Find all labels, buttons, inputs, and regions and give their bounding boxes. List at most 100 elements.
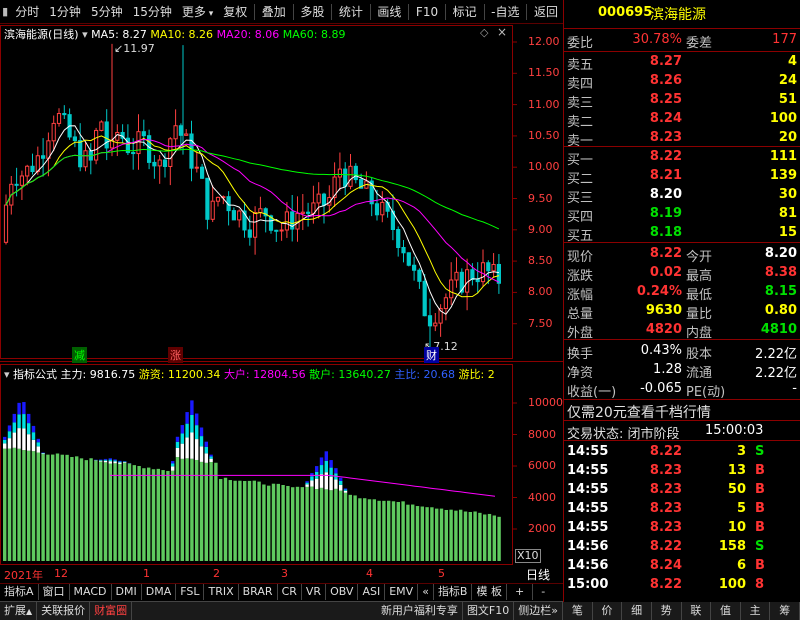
badge-jian[interactable]: 减: [72, 347, 87, 363]
bar-sanhu: [94, 460, 98, 561]
tick-row[interactable]: 14:55 8.23 13 B: [564, 461, 800, 481]
tab-obv[interactable]: OBV: [326, 584, 359, 600]
youzi-label: 游资: 11200.34: [138, 368, 221, 381]
tick-row[interactable]: 15:00 8.22 100 8: [564, 575, 800, 595]
stock-code: 000695: [598, 5, 653, 20]
tick-row[interactable]: 14:56 8.24 6 B: [564, 556, 800, 576]
tab-dmi[interactable]: DMI: [112, 584, 142, 600]
tab-scroll-left[interactable]: «: [418, 584, 434, 600]
btn-fuquan[interactable]: 复权: [218, 0, 252, 24]
tick-volume: 100: [718, 577, 746, 592]
bar-zhuli: [171, 461, 175, 464]
buy-row[interactable]: 买五 8.18 15: [564, 223, 800, 244]
sell-row[interactable]: 卖五 8.27 4: [564, 52, 800, 73]
tab-fenshi[interactable]: 分时: [10, 0, 44, 24]
bar-sanhu: [199, 461, 204, 561]
tick-row[interactable]: 14:55 8.23 5 B: [564, 499, 800, 519]
bar-sanhu: [468, 511, 472, 561]
bar-sanhu: [65, 454, 69, 561]
tab-tuwen-f10[interactable]: 图文F10: [463, 602, 515, 620]
badge-cai[interactable]: 财: [424, 347, 439, 363]
badge-zhang[interactable]: 涨: [168, 347, 183, 363]
tab-15min[interactable]: 15分钟: [128, 0, 177, 24]
tab-related-quote[interactable]: 关联报价: [37, 602, 91, 620]
tick-volume: 13: [727, 463, 746, 478]
sell-row[interactable]: 卖三 8.25 51: [564, 90, 800, 111]
btn-diejia[interactable]: 叠加: [257, 0, 291, 24]
tab-dma[interactable]: DMA: [142, 584, 177, 600]
indicator-tick: 8000: [528, 427, 556, 441]
tab-remove[interactable]: -: [533, 584, 553, 600]
bar-sanhu: [108, 463, 112, 561]
tab-fsl[interactable]: FSL: [176, 584, 205, 600]
tab-trix[interactable]: TRIX: [204, 584, 239, 600]
tab-expand[interactable]: 扩展▲: [0, 602, 38, 620]
tick-row[interactable]: 14:56 8.22 158 S: [564, 537, 800, 557]
stat-row: 净资 1.28 流通 2.22亿: [564, 360, 800, 381]
tick-volume: 6: [736, 558, 746, 573]
tab-window[interactable]: 窗口: [39, 584, 70, 600]
tab-wealth-circle[interactable]: 财富圈: [90, 602, 133, 620]
tab-more[interactable]: 更多 ▾: [177, 0, 218, 24]
tab-cr[interactable]: CR: [278, 584, 302, 600]
chart-canvas: [0, 25, 563, 565]
quote-tab[interactable]: 主: [741, 602, 771, 620]
quote-tab[interactable]: 价: [593, 602, 623, 620]
promo-text: 仅需20元查看千档行情: [567, 405, 711, 421]
buy-row[interactable]: 买二 8.21 139: [564, 166, 800, 187]
btn-f10[interactable]: F10: [411, 0, 443, 24]
quote-tab[interactable]: 势: [652, 602, 682, 620]
buy-row[interactable]: 买三 8.20 30: [564, 185, 800, 206]
candle-body: [253, 212, 258, 238]
tab-add[interactable]: +: [507, 584, 534, 600]
tab-sidebar[interactable]: 侧边栏»: [514, 602, 563, 620]
quote-tab[interactable]: 筹: [770, 602, 800, 620]
tab-vr[interactable]: VR: [302, 584, 327, 600]
quote-tab[interactable]: 值: [711, 602, 741, 620]
bar-sanhu: [358, 498, 362, 561]
sell-row[interactable]: 卖四 8.26 24: [564, 71, 800, 92]
tab-asi[interactable]: ASI: [358, 584, 386, 600]
buy-row[interactable]: 买一 8.22 111: [564, 147, 800, 168]
tab-1min[interactable]: 1分钟: [44, 0, 86, 24]
sell-volume: 100: [769, 111, 797, 126]
tab-5min[interactable]: 5分钟: [86, 0, 128, 24]
tab-zhibiao-a[interactable]: 指标A: [0, 584, 39, 600]
period-label[interactable]: 日线: [526, 566, 550, 583]
diamond-icon[interactable]: ◇: [480, 26, 488, 39]
btn-zixuan[interactable]: -自选: [486, 0, 524, 24]
tab-brar[interactable]: BRAR: [239, 584, 278, 600]
tick-row[interactable]: 14:55 8.23 50 B: [564, 480, 800, 500]
btn-huaxian[interactable]: 画线: [372, 0, 406, 24]
sell-row[interactable]: 卖二 8.24 100: [564, 109, 800, 130]
btn-duogu[interactable]: 多股: [295, 0, 329, 24]
tab-zhibiao-b[interactable]: 指标B: [434, 584, 473, 600]
tab-template[interactable]: 模 板: [472, 584, 507, 600]
buy-price: 8.21: [649, 168, 682, 183]
tick-row[interactable]: 14:55 8.23 10 B: [564, 518, 800, 538]
stat-value: 0.24%: [636, 284, 682, 299]
price-tick: 9.50: [528, 191, 553, 205]
tick-row[interactable]: 14:55 8.22 3 S: [564, 442, 800, 462]
stat-row: 涨幅 0.24% 最低 8.15: [564, 282, 800, 303]
bar-dahu: [36, 446, 40, 453]
kline-chart[interactable]: 滨海能源(日线) ▾ MA5: 8.27 MA10: 8.26 MA20: 8.…: [0, 25, 563, 565]
candle-body: [104, 121, 109, 149]
window-menu-icon[interactable]: ▮: [0, 0, 10, 24]
promo-new-user[interactable]: 新用户福利专享: [377, 602, 463, 620]
quote-tab[interactable]: 笔: [563, 602, 593, 620]
quote-tab[interactable]: 联: [682, 602, 712, 620]
btn-tongji[interactable]: 统计: [334, 0, 368, 24]
bar-sanhu: [343, 492, 348, 561]
bar-zhuli: [99, 459, 103, 461]
btn-fanhui[interactable]: 返回: [529, 0, 563, 24]
close-icon[interactable]: ×: [497, 25, 507, 39]
bar-youzi: [195, 425, 199, 440]
tab-emv[interactable]: EMV: [385, 584, 419, 600]
btn-biaoji[interactable]: 标记: [448, 0, 482, 24]
buy-row[interactable]: 买四 8.19 81: [564, 204, 800, 225]
sell-row[interactable]: 卖一 8.23 20: [564, 128, 800, 149]
promo-row[interactable]: 仅需20元查看千档行情: [564, 400, 800, 421]
quote-tab[interactable]: 细: [622, 602, 652, 620]
tab-macd[interactable]: MACD: [70, 584, 112, 600]
